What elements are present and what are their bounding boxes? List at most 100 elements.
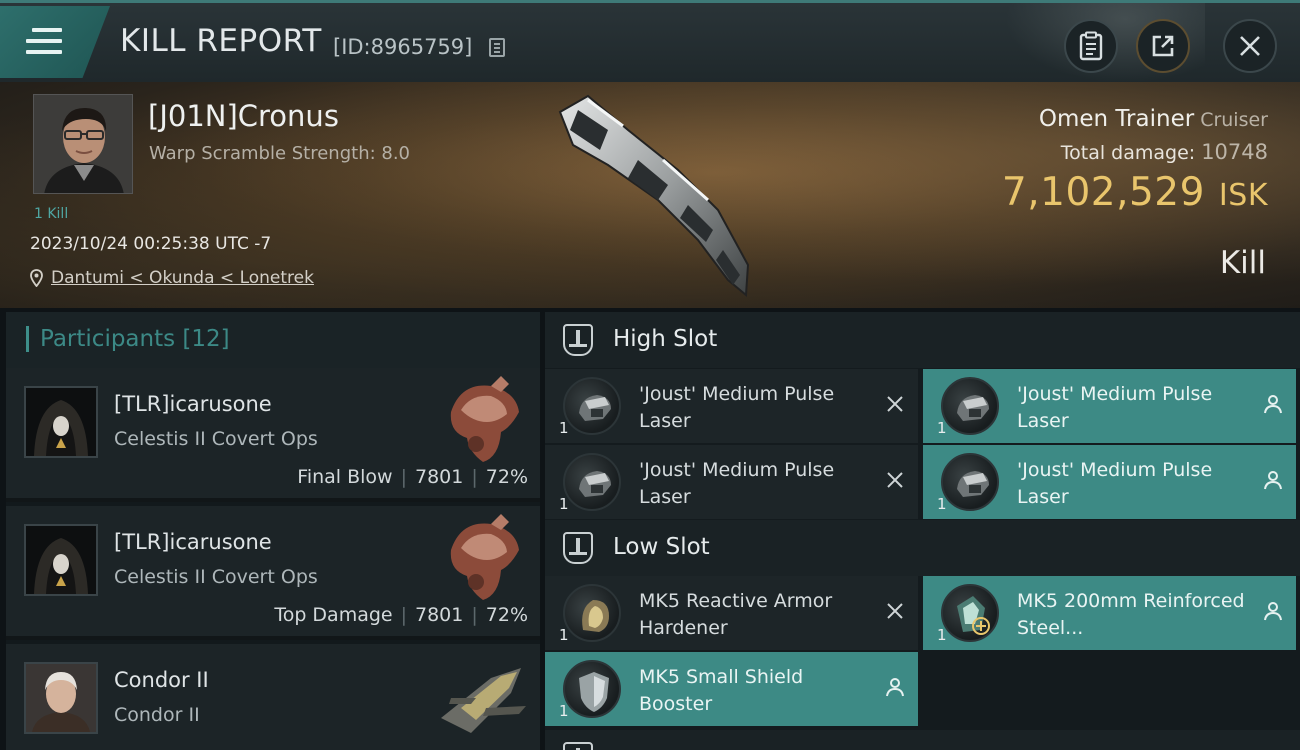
participant-stats: Top Damage | 7801 | 72% xyxy=(274,604,528,626)
participants-label: Participants xyxy=(40,326,176,352)
participant-damage: 7801 xyxy=(415,604,464,626)
low-slot-label: Low Slot xyxy=(613,534,710,560)
low-slot-header: Low Slot xyxy=(545,520,1300,576)
participant-damage-percent: 72% xyxy=(485,466,528,488)
module-item[interactable]: 1 'Joust' Medium Pulse Laser xyxy=(923,369,1296,443)
kill-datetime: 2023/10/24 00:25:38 UTC -7 xyxy=(30,234,272,254)
fitting-panel[interactable]: High Slot 1 'Joust' Medium Pulse Laser 1… xyxy=(545,312,1300,750)
low-slot-icon xyxy=(563,532,593,564)
participant-name[interactable]: Condor II xyxy=(114,668,209,692)
victim-ship-name[interactable]: Omen Trainer Cruiser xyxy=(1039,106,1268,132)
destroyed-x-icon xyxy=(887,396,903,412)
module-quantity: 1 xyxy=(937,495,947,513)
pulse-laser-icon xyxy=(941,377,999,435)
total-damage-value: 10748 xyxy=(1201,140,1268,164)
next-slot-header xyxy=(545,730,1300,750)
location-link[interactable]: Dantumi < Okunda < Lonetrek xyxy=(51,268,314,288)
dropped-person-icon xyxy=(1264,602,1282,621)
module-item[interactable]: 1 MK5 Reactive Armor Hardener xyxy=(545,576,918,650)
module-quantity: 1 xyxy=(937,626,947,644)
participant-avatar[interactable] xyxy=(24,386,98,458)
high-slot-label: High Slot xyxy=(613,326,718,352)
ship-class: Cruiser xyxy=(1200,109,1268,131)
participant-name[interactable]: [TLR]icarusone xyxy=(114,392,272,416)
close-button[interactable] xyxy=(1223,19,1277,73)
report-id: [ID:8965759] xyxy=(333,35,473,59)
kill-result-label: Kill xyxy=(1219,245,1266,281)
participant-ship-image xyxy=(441,668,526,733)
victim-banner: [J01N]Cronus Warp Scramble Strength: 8.0… xyxy=(0,82,1300,308)
kill-location[interactable]: Dantumi < Okunda < Lonetrek xyxy=(30,268,314,288)
kill-count-tag: 1 Kill xyxy=(34,206,69,222)
ship-type-name: Omen Trainer xyxy=(1038,106,1195,132)
dropped-person-icon xyxy=(1264,471,1282,490)
isk-unit: ISK xyxy=(1218,178,1268,213)
menu-button[interactable] xyxy=(0,6,110,78)
participant-ship: Celestis II Covert Ops xyxy=(114,566,318,588)
final-blow-tag: Final Blow xyxy=(297,466,393,488)
destroyed-x-icon xyxy=(887,603,903,619)
participant-avatar[interactable] xyxy=(24,662,98,734)
participants-title: Participants [12] xyxy=(40,326,230,352)
copy-id-icon[interactable] xyxy=(489,38,505,57)
participants-header: Participants [12] xyxy=(6,312,540,368)
armor-hardener-icon xyxy=(563,584,621,642)
participant-avatar[interactable] xyxy=(24,524,98,596)
participant-row[interactable]: Condor II Condor II xyxy=(6,644,540,750)
module-quantity: 1 xyxy=(559,626,569,644)
total-damage: Total damage: 10748 xyxy=(1061,140,1268,164)
high-slot-header: High Slot xyxy=(545,312,1300,368)
clipboard-button[interactable] xyxy=(1064,19,1118,73)
armor-plate-icon xyxy=(941,584,999,642)
module-name: MK5 Reactive Armor Hardener xyxy=(639,590,833,639)
module-name: 'Joust' Medium Pulse Laser xyxy=(1017,459,1213,508)
close-icon xyxy=(1240,36,1260,56)
module-quantity: 1 xyxy=(937,419,947,437)
pulse-laser-icon xyxy=(563,453,621,511)
top-damage-tag: Top Damage xyxy=(274,604,393,626)
pulse-laser-icon xyxy=(563,377,621,435)
module-item[interactable]: 1 MK5 Small Shield Booster xyxy=(545,652,918,726)
module-name: MK5 Small Shield Booster xyxy=(639,666,804,715)
module-quantity: 1 xyxy=(559,419,569,437)
participants-count: [12] xyxy=(182,326,230,352)
pulse-laser-icon xyxy=(941,453,999,511)
warp-scramble-strength: Warp Scramble Strength: 8.0 xyxy=(149,143,411,164)
module-item[interactable]: 1 'Joust' Medium Pulse Laser xyxy=(545,369,918,443)
module-quantity: 1 xyxy=(559,495,569,513)
share-button[interactable] xyxy=(1136,19,1190,73)
dropped-person-icon xyxy=(886,678,904,697)
participant-ship-image xyxy=(450,376,519,462)
participant-ship: Celestis II Covert Ops xyxy=(114,428,318,450)
clipboard-icon xyxy=(1079,31,1103,61)
module-item[interactable]: 1 'Joust' Medium Pulse Laser xyxy=(923,445,1296,519)
participant-stats: Final Blow | 7801 | 72% xyxy=(297,466,528,488)
slot-icon xyxy=(563,742,593,750)
hamburger-icon xyxy=(26,28,62,54)
module-quantity: 1 xyxy=(559,702,569,720)
destroyed-x-icon xyxy=(887,472,903,488)
share-icon xyxy=(1152,35,1174,57)
participant-name[interactable]: [TLR]icarusone xyxy=(114,530,272,554)
participant-damage-percent: 72% xyxy=(485,604,528,626)
hooded-pilot-avatar xyxy=(26,526,96,594)
header-accent-bar xyxy=(26,326,29,352)
shield-booster-icon xyxy=(563,660,621,718)
pilot-avatar xyxy=(34,95,132,193)
participant-row[interactable]: [TLR]icarusone Celestis II Covert Ops To… xyxy=(6,506,540,640)
hooded-pilot-avatar xyxy=(26,388,96,456)
module-name: 'Joust' Medium Pulse Laser xyxy=(639,383,835,432)
module-item[interactable]: 1 MK5 200mm Reinforced Steel... xyxy=(923,576,1296,650)
module-name: 'Joust' Medium Pulse Laser xyxy=(639,459,835,508)
module-name: 'Joust' Medium Pulse Laser xyxy=(1017,383,1213,432)
victim-portrait[interactable] xyxy=(33,94,133,194)
participant-ship: Condor II xyxy=(114,704,200,726)
participant-ship-image xyxy=(450,514,519,600)
module-item[interactable]: 1 'Joust' Medium Pulse Laser xyxy=(545,445,918,519)
participant-row[interactable]: [TLR]icarusone Celestis II Covert Ops Fi… xyxy=(6,368,540,502)
participants-panel[interactable]: Participants [12] [TLR]icarusone Celesti… xyxy=(6,312,540,750)
victim-name[interactable]: [J01N]Cronus xyxy=(148,99,339,133)
top-bar: KILL REPORT [ID:8965759] xyxy=(0,0,1300,83)
high-slot-icon xyxy=(563,324,593,356)
location-pin-icon xyxy=(30,269,43,287)
